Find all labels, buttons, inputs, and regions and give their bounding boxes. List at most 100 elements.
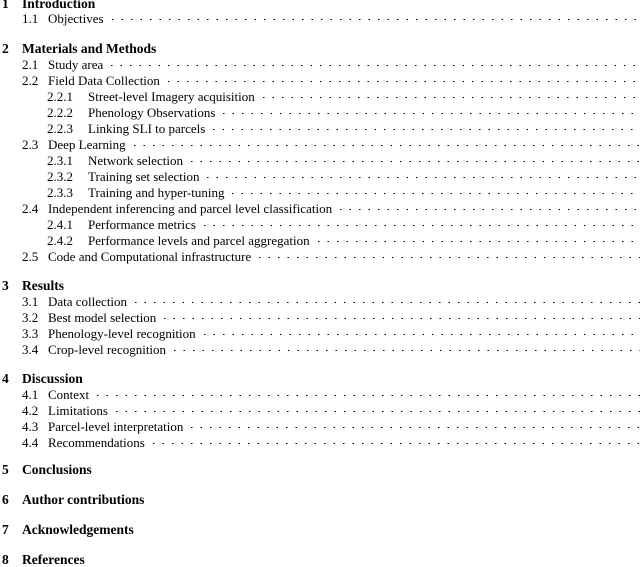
toc-entry-number: 2.3.1 xyxy=(47,153,73,168)
toc-entry-title: Recommendations xyxy=(48,435,145,450)
toc-entry-number: 2.1 xyxy=(22,57,39,72)
toc-entry[interactable]: 7 Acknowledgements xyxy=(0,521,640,537)
toc-entry-number: 2 xyxy=(2,41,9,56)
toc-entry[interactable]: 4 Discussion xyxy=(0,370,640,386)
toc-dot-leader xyxy=(203,168,640,181)
toc-entry-number: 3.2 xyxy=(22,310,39,325)
toc-entry-title: Performance levels and parcel aggregatio… xyxy=(88,233,310,248)
toc-entry-title: Code and Computational infrastructure xyxy=(48,249,252,264)
toc-entry-title: References xyxy=(22,552,85,567)
toc-entry[interactable]: 4.2 Limitations xyxy=(0,402,640,418)
toc-entry-title: Training and hyper-tuning xyxy=(88,185,225,200)
toc-dot-leader xyxy=(107,56,640,69)
toc-entry-number: 1.1 xyxy=(22,11,39,26)
toc-dot-leader xyxy=(148,434,640,447)
table-of-contents: 1 Introduction 1.1 Objectives 2 Materials and… xyxy=(0,0,640,567)
toc-entry-title: Author contributions xyxy=(22,492,145,507)
toc-entry-title: Study area xyxy=(48,57,104,72)
toc-entry[interactable]: 2.3.3 Training and hyper-tuning xyxy=(0,184,640,200)
toc-entry[interactable]: 2.2 Field Data Collection xyxy=(0,72,640,88)
toc-dot-leader xyxy=(96,461,640,474)
toc-entry-number: 4.4 xyxy=(22,435,39,450)
toc-dot-leader xyxy=(129,136,640,149)
toc-entry-title: Parcel-level interpretation xyxy=(48,419,184,434)
toc-entry[interactable]: 3.1 Data collection xyxy=(0,293,640,309)
toc-entry-title: Deep Learning xyxy=(48,137,126,152)
toc-entry-number: 4 xyxy=(2,371,9,386)
toc-entry-title: Limitations xyxy=(48,403,108,418)
toc-entry-title: Phenology Observations xyxy=(88,105,216,120)
toc-entry[interactable]: 2.5 Code and Computational infrastructure xyxy=(0,248,640,264)
toc-entry[interactable]: 4.4 Recommendations xyxy=(0,434,640,450)
toc-dot-leader xyxy=(160,309,640,322)
toc-entry[interactable]: 8 References xyxy=(0,551,640,567)
toc-dot-leader xyxy=(89,551,640,564)
toc-dot-leader xyxy=(99,0,640,8)
toc-entry-number: 2.2.3 xyxy=(47,121,73,136)
toc-entry-number: 2.2.1 xyxy=(47,89,73,104)
toc-entry[interactable]: 2.1 Study area xyxy=(0,56,640,72)
toc-dot-leader xyxy=(336,200,640,213)
toc-entry-title: Independent inferencing and parcel level… xyxy=(48,201,333,216)
toc-dot-leader xyxy=(131,293,640,306)
toc-dot-leader xyxy=(160,40,640,53)
toc-entry-title: Street-level Imagery acquisition xyxy=(88,89,255,104)
toc-entry-title: Discussion xyxy=(22,371,83,386)
toc-entry[interactable]: 2.3.1 Network selection xyxy=(0,152,640,168)
toc-entry-number: 2.3.3 xyxy=(47,185,73,200)
toc-dot-leader xyxy=(255,248,640,261)
toc-entry-number: 4.1 xyxy=(22,387,39,402)
toc-entry-number: 3.1 xyxy=(22,294,39,309)
toc-entry-number: 2.3.2 xyxy=(47,169,73,184)
toc-dot-leader xyxy=(199,325,640,338)
toc-entry[interactable]: 1.1 Objectives xyxy=(0,10,640,26)
toc-entry-title: Phenology-level recognition xyxy=(48,326,196,341)
toc-entry-title: Results xyxy=(22,278,65,293)
toc-dot-leader xyxy=(258,88,640,101)
toc-entry[interactable]: 2.4.1 Performance metrics xyxy=(0,216,640,232)
toc-entry[interactable]: 2 Materials and Methods xyxy=(0,40,640,56)
toc-dot-leader xyxy=(186,152,640,165)
toc-dot-leader xyxy=(219,104,640,117)
toc-entry[interactable]: 2.2.2 Phenology Observations xyxy=(0,104,640,120)
toc-entry-number: 4.2 xyxy=(22,403,39,418)
toc-entry[interactable]: 2.2.3 Linking SLI to parcels xyxy=(0,120,640,136)
toc-entry-title: Network selection xyxy=(88,153,183,168)
toc-entry[interactable]: 4.1 Context xyxy=(0,386,640,402)
toc-entry[interactable]: 2.3.2 Training set selection xyxy=(0,168,640,184)
toc-entry-number: 7 xyxy=(2,522,9,537)
toc-entry-title: Training set selection xyxy=(88,169,200,184)
toc-entry[interactable]: 2.2.1 Street-level Imagery acquisition xyxy=(0,88,640,104)
toc-entry[interactable]: 3.4 Crop-level recognition xyxy=(0,341,640,357)
toc-entry-title: Data collection xyxy=(48,294,128,309)
toc-entry-number: 2.4.2 xyxy=(47,233,73,248)
toc-dot-leader xyxy=(68,277,640,290)
toc-entry[interactable]: 3.3 Phenology-level recognition xyxy=(0,325,640,341)
toc-dot-leader xyxy=(87,370,640,383)
toc-entry-number: 6 xyxy=(2,492,9,507)
toc-entry-title: Conclusions xyxy=(22,462,92,477)
toc-entry-number: 2.4 xyxy=(22,201,39,216)
toc-dot-leader xyxy=(228,184,640,197)
toc-entry-number: 3 xyxy=(2,278,9,293)
toc-dot-leader xyxy=(148,491,640,504)
toc-entry[interactable]: 2.3 Deep Learning xyxy=(0,136,640,152)
toc-entry-number: 8 xyxy=(2,552,9,567)
toc-entry-number: 3.4 xyxy=(22,342,39,357)
toc-entry-title: Crop-level recognition xyxy=(48,342,167,357)
toc-entry[interactable]: 2.4 Independent inferencing and parcel le… xyxy=(0,200,640,216)
toc-entry[interactable]: 3 Results xyxy=(0,277,640,293)
toc-entry-title: Field Data Collection xyxy=(48,73,160,88)
toc-entry[interactable]: 6 Author contributions xyxy=(0,491,640,507)
toc-entry[interactable]: 4.3 Parcel-level interpretation xyxy=(0,418,640,434)
toc-entry[interactable]: 3.2 Best model selection xyxy=(0,309,640,325)
toc-entry[interactable]: 2.4.2 Performance levels and parcel aggre… xyxy=(0,232,640,248)
toc-dot-leader xyxy=(138,521,640,534)
toc-dot-leader xyxy=(163,72,640,85)
toc-dot-leader xyxy=(170,341,640,354)
toc-entry[interactable]: 5 Conclusions xyxy=(0,461,640,477)
toc-entry-number: 3.3 xyxy=(22,326,39,341)
toc-entry-title: Objectives xyxy=(48,11,104,26)
toc-dot-leader xyxy=(313,232,640,245)
toc-entry-title: Performance metrics xyxy=(88,217,196,232)
